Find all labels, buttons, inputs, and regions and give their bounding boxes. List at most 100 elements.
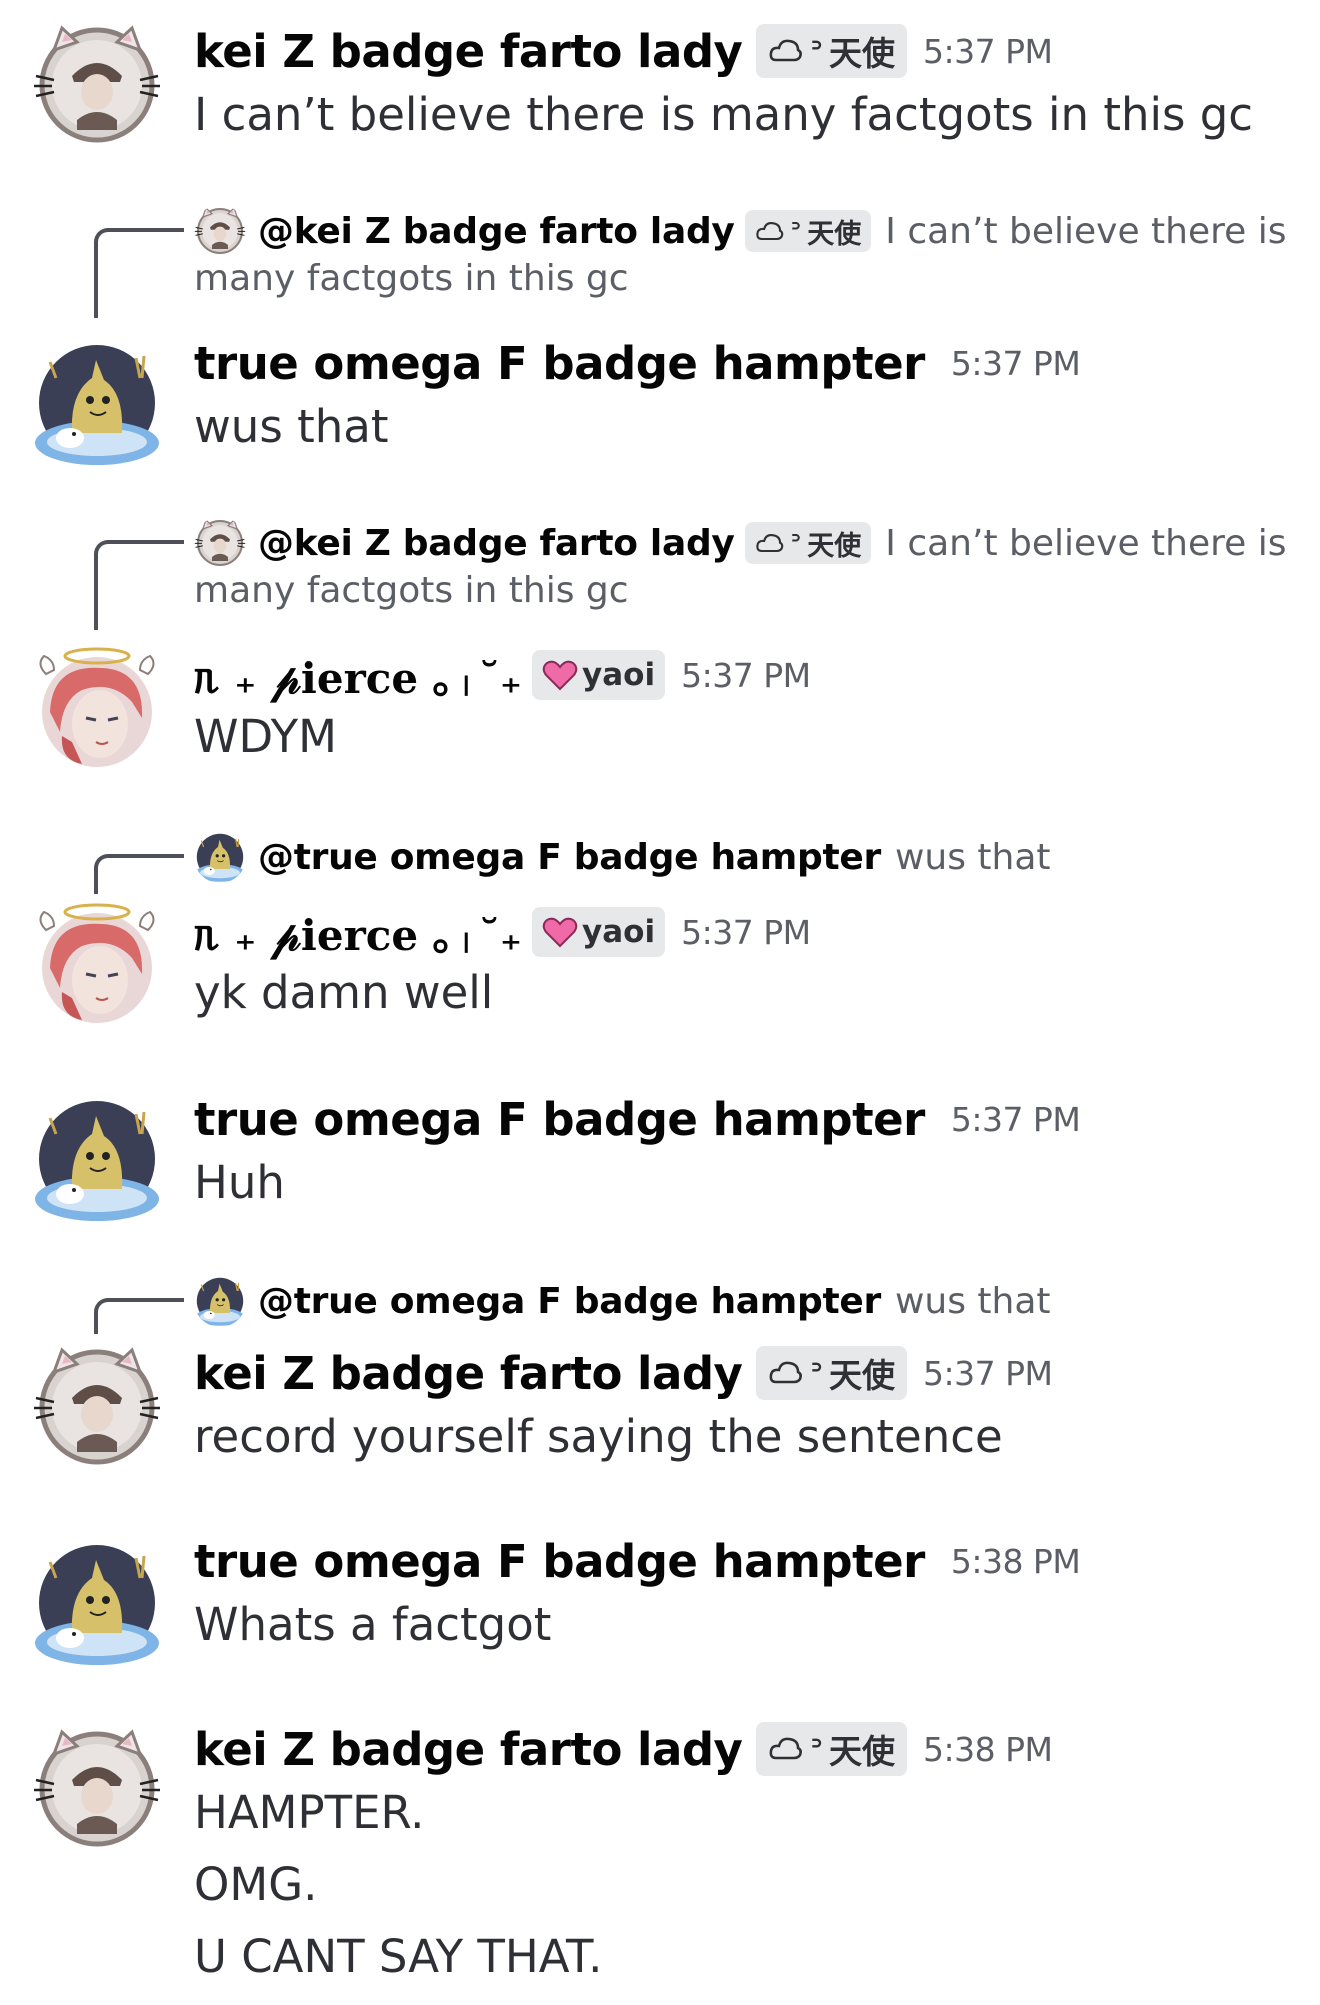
reply-text: wus that bbox=[894, 1280, 1051, 1322]
message-header: true omega F badge hampter 5:37 PM bbox=[194, 330, 1081, 396]
timestamp: 5:37 PM bbox=[950, 1099, 1081, 1139]
message-text: yk damn well bbox=[194, 966, 494, 1019]
timestamp: 5:37 PM bbox=[681, 655, 811, 695]
reply-text-cont: many factgots in this gc bbox=[194, 570, 629, 611]
mimikyu-pond-avatar-icon bbox=[194, 1275, 246, 1327]
role-tag[interactable]: yaoi bbox=[532, 650, 666, 700]
red-hair-halo-avatar-icon bbox=[32, 642, 162, 772]
pink-heart-icon bbox=[542, 660, 578, 691]
message-text: Whats a factgot bbox=[194, 1598, 552, 1651]
timestamp: 5:37 PM bbox=[923, 31, 1053, 71]
message-text: OMG. bbox=[194, 1858, 318, 1911]
message-header: kei Z badge farto lady ᐣ 天使 5:37 PM bbox=[194, 1340, 1053, 1406]
mimikyu-pond-avatar-icon bbox=[32, 338, 162, 468]
role-tag[interactable]: ᐣ 天使 bbox=[756, 1722, 908, 1776]
message-text: U CANT SAY THAT. bbox=[194, 1930, 603, 1983]
timestamp: 5:37 PM bbox=[681, 912, 811, 952]
role-tag[interactable]: ᐣ 天使 bbox=[756, 24, 908, 78]
message-text: wus that bbox=[194, 400, 389, 453]
timestamp: 5:37 PM bbox=[950, 343, 1081, 383]
timestamp: 5:38 PM bbox=[950, 1541, 1081, 1581]
message-text: I can’t believe there is many factgots i… bbox=[194, 88, 1254, 141]
reply-preview[interactable]: @kei Z badge farto lady ᐣ 天使 I can’t bel… bbox=[0, 200, 1320, 318]
cloud-outline-icon bbox=[770, 1737, 803, 1760]
reply-mention: @kei Z badge farto lady bbox=[258, 522, 735, 564]
message-header: kei Z badge farto lady ᐣ 天使 5:38 PM bbox=[194, 1716, 1053, 1782]
avatar[interactable] bbox=[32, 1538, 162, 1668]
reply-connector bbox=[94, 1298, 184, 1334]
message-header: ᥰ ₊ 𝓅ierce ｡ᛧ˘₊ yaoi 5:37 PM bbox=[194, 645, 811, 705]
tag-text: yaoi bbox=[582, 914, 656, 950]
tag-symbol: ᐣ bbox=[810, 1730, 824, 1768]
reply-mention: @kei Z badge farto lady bbox=[258, 210, 735, 252]
username[interactable]: true omega F badge hampter bbox=[194, 337, 925, 390]
username[interactable]: kei Z badge farto lady bbox=[194, 1347, 743, 1400]
reply-preview[interactable]: @kei Z badge farto lady ᐣ 天使 I can’t bel… bbox=[0, 512, 1320, 630]
message-header: true omega F badge hampter 5:37 PM bbox=[194, 1086, 1081, 1152]
avatar[interactable] bbox=[32, 20, 162, 150]
message-text: Huh bbox=[194, 1156, 285, 1209]
reply-connector bbox=[94, 228, 184, 318]
cloud-outline-icon bbox=[755, 221, 783, 240]
reply-avatar bbox=[194, 205, 246, 257]
cat-ear-frame-avatar-icon bbox=[32, 20, 162, 150]
reply-text: wus that bbox=[894, 836, 1051, 878]
reply-connector bbox=[94, 854, 184, 894]
avatar[interactable] bbox=[32, 338, 162, 468]
message-text: HAMPTER. bbox=[194, 1786, 425, 1839]
tag-text: 天使 bbox=[829, 1356, 896, 1395]
username[interactable]: kei Z badge farto lady bbox=[194, 25, 743, 78]
reply-avatar bbox=[194, 831, 246, 883]
username[interactable]: true omega F badge hampter bbox=[194, 1535, 925, 1588]
avatar[interactable] bbox=[32, 1342, 162, 1472]
username[interactable]: kei Z badge farto lady bbox=[194, 1723, 743, 1776]
message-header: ᥰ ₊ 𝓅ierce ｡ᛧ˘₊ yaoi 5:37 PM bbox=[194, 902, 811, 962]
red-hair-halo-avatar-icon bbox=[32, 898, 162, 1028]
timestamp: 5:38 PM bbox=[923, 1729, 1053, 1769]
tag-text: 天使 bbox=[829, 1732, 896, 1771]
pink-heart-icon bbox=[542, 917, 578, 948]
cloud-outline-icon bbox=[770, 39, 803, 62]
tag-text: 天使 bbox=[807, 218, 862, 250]
tag-symbol: ᐣ bbox=[810, 1354, 824, 1392]
reply-text-cont: many factgots in this gc bbox=[194, 258, 629, 299]
tag-symbol: ᐣ bbox=[790, 215, 802, 247]
username[interactable]: ᥰ ₊ 𝓅ierce ｡ᛧ˘₊ bbox=[194, 645, 522, 706]
timestamp: 5:37 PM bbox=[923, 1353, 1053, 1393]
tag-text: 天使 bbox=[807, 530, 862, 562]
username[interactable]: true omega F badge hampter bbox=[194, 1093, 925, 1146]
role-tag: ᐣ 天使 bbox=[744, 522, 872, 564]
mimikyu-pond-avatar-icon bbox=[32, 1094, 162, 1224]
avatar[interactable] bbox=[32, 1724, 162, 1854]
reply-text: I can’t believe there is bbox=[885, 522, 1287, 564]
cloud-outline-icon bbox=[770, 1361, 803, 1384]
avatar[interactable] bbox=[32, 1094, 162, 1224]
username[interactable]: ᥰ ₊ 𝓅ierce ｡ᛧ˘₊ bbox=[194, 902, 522, 963]
role-tag[interactable]: yaoi bbox=[532, 907, 666, 957]
avatar[interactable] bbox=[32, 898, 162, 1028]
message-text: record yourself saying the sentence bbox=[194, 1410, 1003, 1463]
message-header: true omega F badge hampter 5:38 PM bbox=[194, 1528, 1081, 1594]
mimikyu-pond-avatar-icon bbox=[194, 831, 246, 883]
reply-connector bbox=[94, 540, 184, 630]
cat-ear-frame-avatar-icon bbox=[194, 517, 246, 569]
reply-text: I can’t believe there is bbox=[885, 210, 1287, 252]
mimikyu-pond-avatar-icon bbox=[32, 1538, 162, 1668]
avatar[interactable] bbox=[32, 642, 162, 772]
reply-avatar bbox=[194, 1275, 246, 1327]
reply-avatar bbox=[194, 517, 246, 569]
cat-ear-frame-avatar-icon bbox=[32, 1342, 162, 1472]
message-text: WDYM bbox=[194, 710, 337, 763]
cloud-outline-icon bbox=[755, 533, 783, 552]
reply-mention: @true omega F badge hampter bbox=[258, 1280, 881, 1322]
cat-ear-frame-avatar-icon bbox=[32, 1724, 162, 1854]
role-tag[interactable]: ᐣ 天使 bbox=[756, 1346, 908, 1400]
message-header: kei Z badge farto lady ᐣ 天使 5:37 PM bbox=[194, 18, 1053, 84]
tag-symbol: ᐣ bbox=[790, 527, 802, 559]
tag-text: 天使 bbox=[829, 34, 896, 73]
role-tag: ᐣ 天使 bbox=[744, 210, 872, 252]
tag-text: yaoi bbox=[582, 657, 656, 693]
reply-mention: @true omega F badge hampter bbox=[258, 836, 881, 878]
cat-ear-frame-avatar-icon bbox=[194, 205, 246, 257]
tag-symbol: ᐣ bbox=[810, 32, 824, 70]
